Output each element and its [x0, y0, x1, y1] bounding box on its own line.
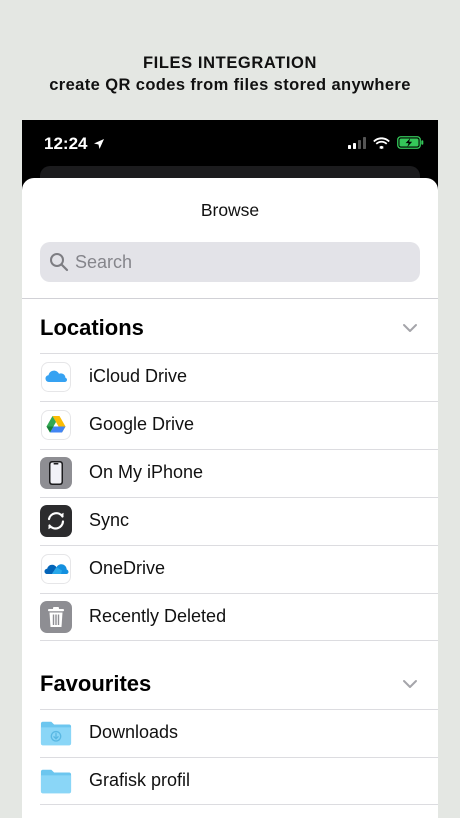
favourite-item-downloads[interactable]: Downloads — [22, 709, 438, 757]
chevron-down-icon[interactable] — [402, 679, 418, 689]
google-drive-icon — [40, 409, 72, 441]
status-indicators — [348, 136, 424, 154]
status-bar: 12:24 — [22, 120, 438, 170]
favourites-title: Favourites — [40, 671, 152, 696]
item-label: Grafisk profil — [89, 770, 191, 790]
search-field[interactable] — [40, 242, 420, 282]
sync-icon — [40, 505, 72, 537]
item-label: Recently Deleted — [89, 606, 227, 626]
item-label: OneDrive — [89, 558, 166, 578]
item-label: On My iPhone — [89, 462, 204, 482]
search-icon — [49, 252, 69, 272]
location-item-on-my-iphone[interactable]: On My iPhone — [22, 449, 438, 497]
location-arrow-icon — [93, 137, 105, 155]
location-item-onedrive[interactable]: OneDrive — [22, 545, 438, 593]
sheet-title: Browse — [200, 200, 260, 220]
location-item-recently-deleted[interactable]: Recently Deleted — [22, 593, 438, 641]
battery-charging-icon — [397, 136, 424, 154]
trash-icon — [40, 601, 72, 633]
onedrive-icon — [40, 553, 72, 585]
icloud-icon — [40, 361, 72, 393]
chevron-down-icon[interactable] — [402, 323, 418, 333]
favourites-header[interactable]: Favourites — [40, 664, 420, 704]
location-item-icloud-drive[interactable]: iCloud Drive — [22, 353, 438, 401]
cellular-signal-icon — [348, 136, 366, 154]
locations-title: Locations — [40, 315, 144, 340]
folder-icon — [40, 765, 72, 797]
iphone-icon — [40, 457, 72, 489]
item-label: Google Drive — [89, 414, 195, 434]
search-input[interactable] — [75, 251, 395, 273]
divider — [22, 298, 438, 299]
item-label: iCloud Drive — [89, 366, 188, 386]
promo-title: FILES INTEGRATION — [143, 54, 317, 72]
location-item-google-drive[interactable]: Google Drive — [22, 401, 438, 449]
item-label: Sync — [89, 510, 130, 530]
location-item-sync[interactable]: Sync — [22, 497, 438, 545]
status-time: 12:24 — [44, 134, 88, 153]
browse-sheet: Browse Locations — [22, 178, 438, 818]
wifi-icon — [373, 136, 390, 154]
locations-header[interactable]: Locations — [40, 308, 420, 348]
phone-screen: 12:24 Browse Search Locations iCloud Dri… — [22, 120, 438, 818]
favourite-item-grafisk-profil[interactable]: Grafisk profil — [22, 757, 438, 805]
promo-subtitle: create QR codes from files stored anywhe… — [49, 76, 411, 94]
downloads-folder-icon — [40, 717, 72, 749]
item-label: Downloads — [89, 722, 179, 742]
promo-header: FILES INTEGRATION create QR codes from f… — [0, 52, 460, 96]
